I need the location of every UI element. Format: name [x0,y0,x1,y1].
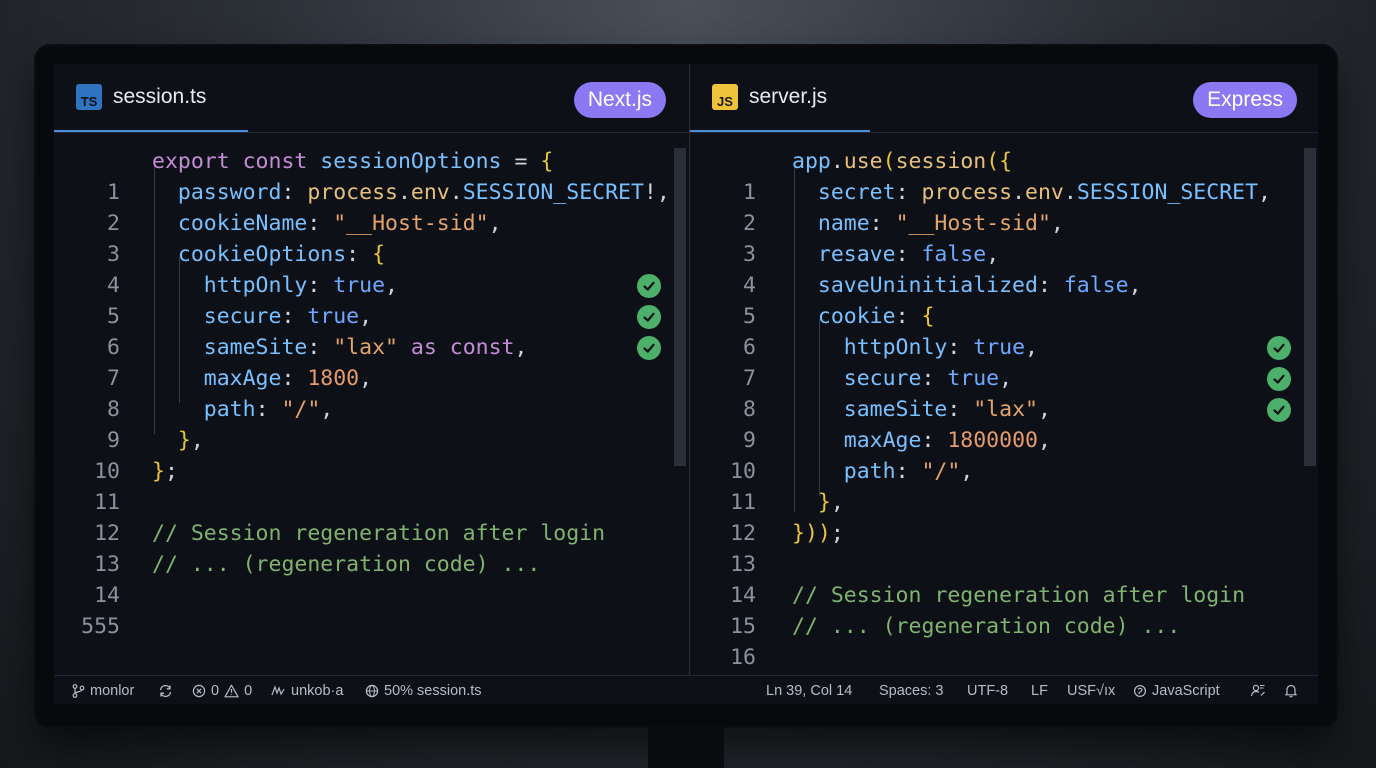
code-line: 14 // ... (regeneration code) ... [54,549,688,608]
scrollbar-right[interactable] [1304,148,1316,466]
eol-setting[interactable]: LF [1031,676,1048,704]
cursor-position[interactable]: Ln 39, Col 14 [766,676,852,704]
check-icon [637,274,661,298]
encoding-setting[interactable]: UTF-8 [967,676,1008,704]
account-indicator[interactable]: unkob·a [270,676,343,704]
code-line: 12 }, [690,487,1318,546]
editor-screen: TS session.ts Next.js 1 export const ses… [54,64,1318,704]
status-branch[interactable]: monlor [72,676,134,704]
code-line: 16 // ... (regeneration code) ... [690,611,1318,670]
code-line: 2 secret: process.env.SESSION_SECRET, [690,177,1318,236]
error-icon [192,684,206,697]
branch-name: monlor [90,682,135,699]
code-line: 4 cookieOptions: { [54,239,688,298]
check-icon [637,336,661,360]
tab-bar-right: JS server.js Express [690,64,1318,133]
code-line: 11 path: "/", [690,456,1318,515]
check-icon [637,305,661,329]
feedback-button[interactable] [1250,676,1271,704]
status-bar: monlor 0 0 unkob·a 50% session.ts Ln 39,… [54,675,1318,704]
code-line: 2 password: process.env.SESSION_SECRET!, [54,177,688,236]
code-comment: // Session regeneration after login [152,521,606,546]
code-line: 6 secure: true, [54,301,688,360]
tab-session-ts[interactable]: TS session.ts [54,64,248,132]
code-line: 6 cookie: { [690,301,1318,360]
bell-icon [1285,684,1297,698]
editor-pane-left: TS session.ts Next.js 1 export const ses… [54,64,688,675]
code-line: 3 name: "__Host-sid", [690,208,1318,267]
account-name: unkob·a [291,682,344,699]
code-line: 4 resave: false, [690,239,1318,298]
progress-indicator[interactable]: 50% session.ts [365,676,482,704]
check-icon [1267,367,1291,391]
code-line: 1 export const sessionOptions = { [54,146,688,205]
indentation-setting[interactable]: Spaces: 3 [879,676,944,704]
framework-badge: Next.js [573,82,666,118]
code-line: 5 httpOnly: true, [54,270,688,329]
line-number: 16 [730,645,756,670]
code-line: 13 })); [690,518,1318,577]
code-line: 15 // Session regeneration after login [690,580,1318,639]
code-line: 8 secure: true, [690,363,1318,422]
tab-label: server.js [749,85,828,108]
code-line: 9 sameSite: "lax", [690,394,1318,453]
code-line: 1 app.use(session({ [690,146,1318,205]
code-line: 13 // Session regeneration after login [54,518,688,577]
account-icon [271,684,285,695]
line-number: 555 [81,614,120,639]
tab-label: session.ts [113,85,207,108]
error-count: 0 [211,682,220,699]
tab-bar-left: TS session.ts Next.js [54,64,688,133]
ts-file-icon: TS [76,84,102,110]
framework-badge: Express [1193,82,1297,118]
code-line: 14 [690,549,1318,608]
code-line: 5 saveUninitialized: false, [690,270,1318,329]
editor-pane-right: JS server.js Express 1 app.use(session({… [689,64,1318,675]
globe-icon [365,684,379,697]
sync-icon [159,684,172,697]
problems-indicator[interactable]: 0 0 [192,676,252,704]
js-file-icon: JS [712,84,738,110]
warning-count: 0 [244,682,253,699]
scrollbar-left[interactable] [674,148,686,466]
progress-text: 50% session.ts [384,682,482,699]
code-line: 9 path: "/", [54,394,688,453]
tab-server-js[interactable]: JS server.js [690,64,870,132]
git-branch-icon [72,683,85,698]
code-comment: // ... (regeneration code) ... [792,614,1181,639]
code-line: 12 [54,487,688,546]
code-line: 7 httpOnly: true, [690,332,1318,391]
feedback-icon [1250,684,1265,697]
code-comment: // ... (regeneration code) ... [152,552,541,577]
language-icon [1133,684,1147,697]
code-line: 8 maxAge: 1800, [54,363,688,422]
code-line: 555 [54,580,688,639]
mode-setting[interactable]: USF√ıx [1067,676,1115,704]
check-icon [1267,398,1291,422]
monitor-stand [648,726,724,768]
code-comment: // Session regeneration after login [792,583,1246,608]
code-line: 7 sameSite: "lax" as const, [54,332,688,391]
check-icon [1267,336,1291,360]
sync-button[interactable] [158,676,178,704]
warning-icon [224,684,239,697]
code-line: 10 maxAge: 1800000, [690,425,1318,484]
notifications-button[interactable] [1284,676,1303,704]
code-line: 11 }; [54,456,688,515]
language-mode[interactable]: JavaScript [1133,676,1220,704]
code-line: 3 cookieName: "__Host-sid", [54,208,688,267]
code-line: 10 }, [54,425,688,484]
